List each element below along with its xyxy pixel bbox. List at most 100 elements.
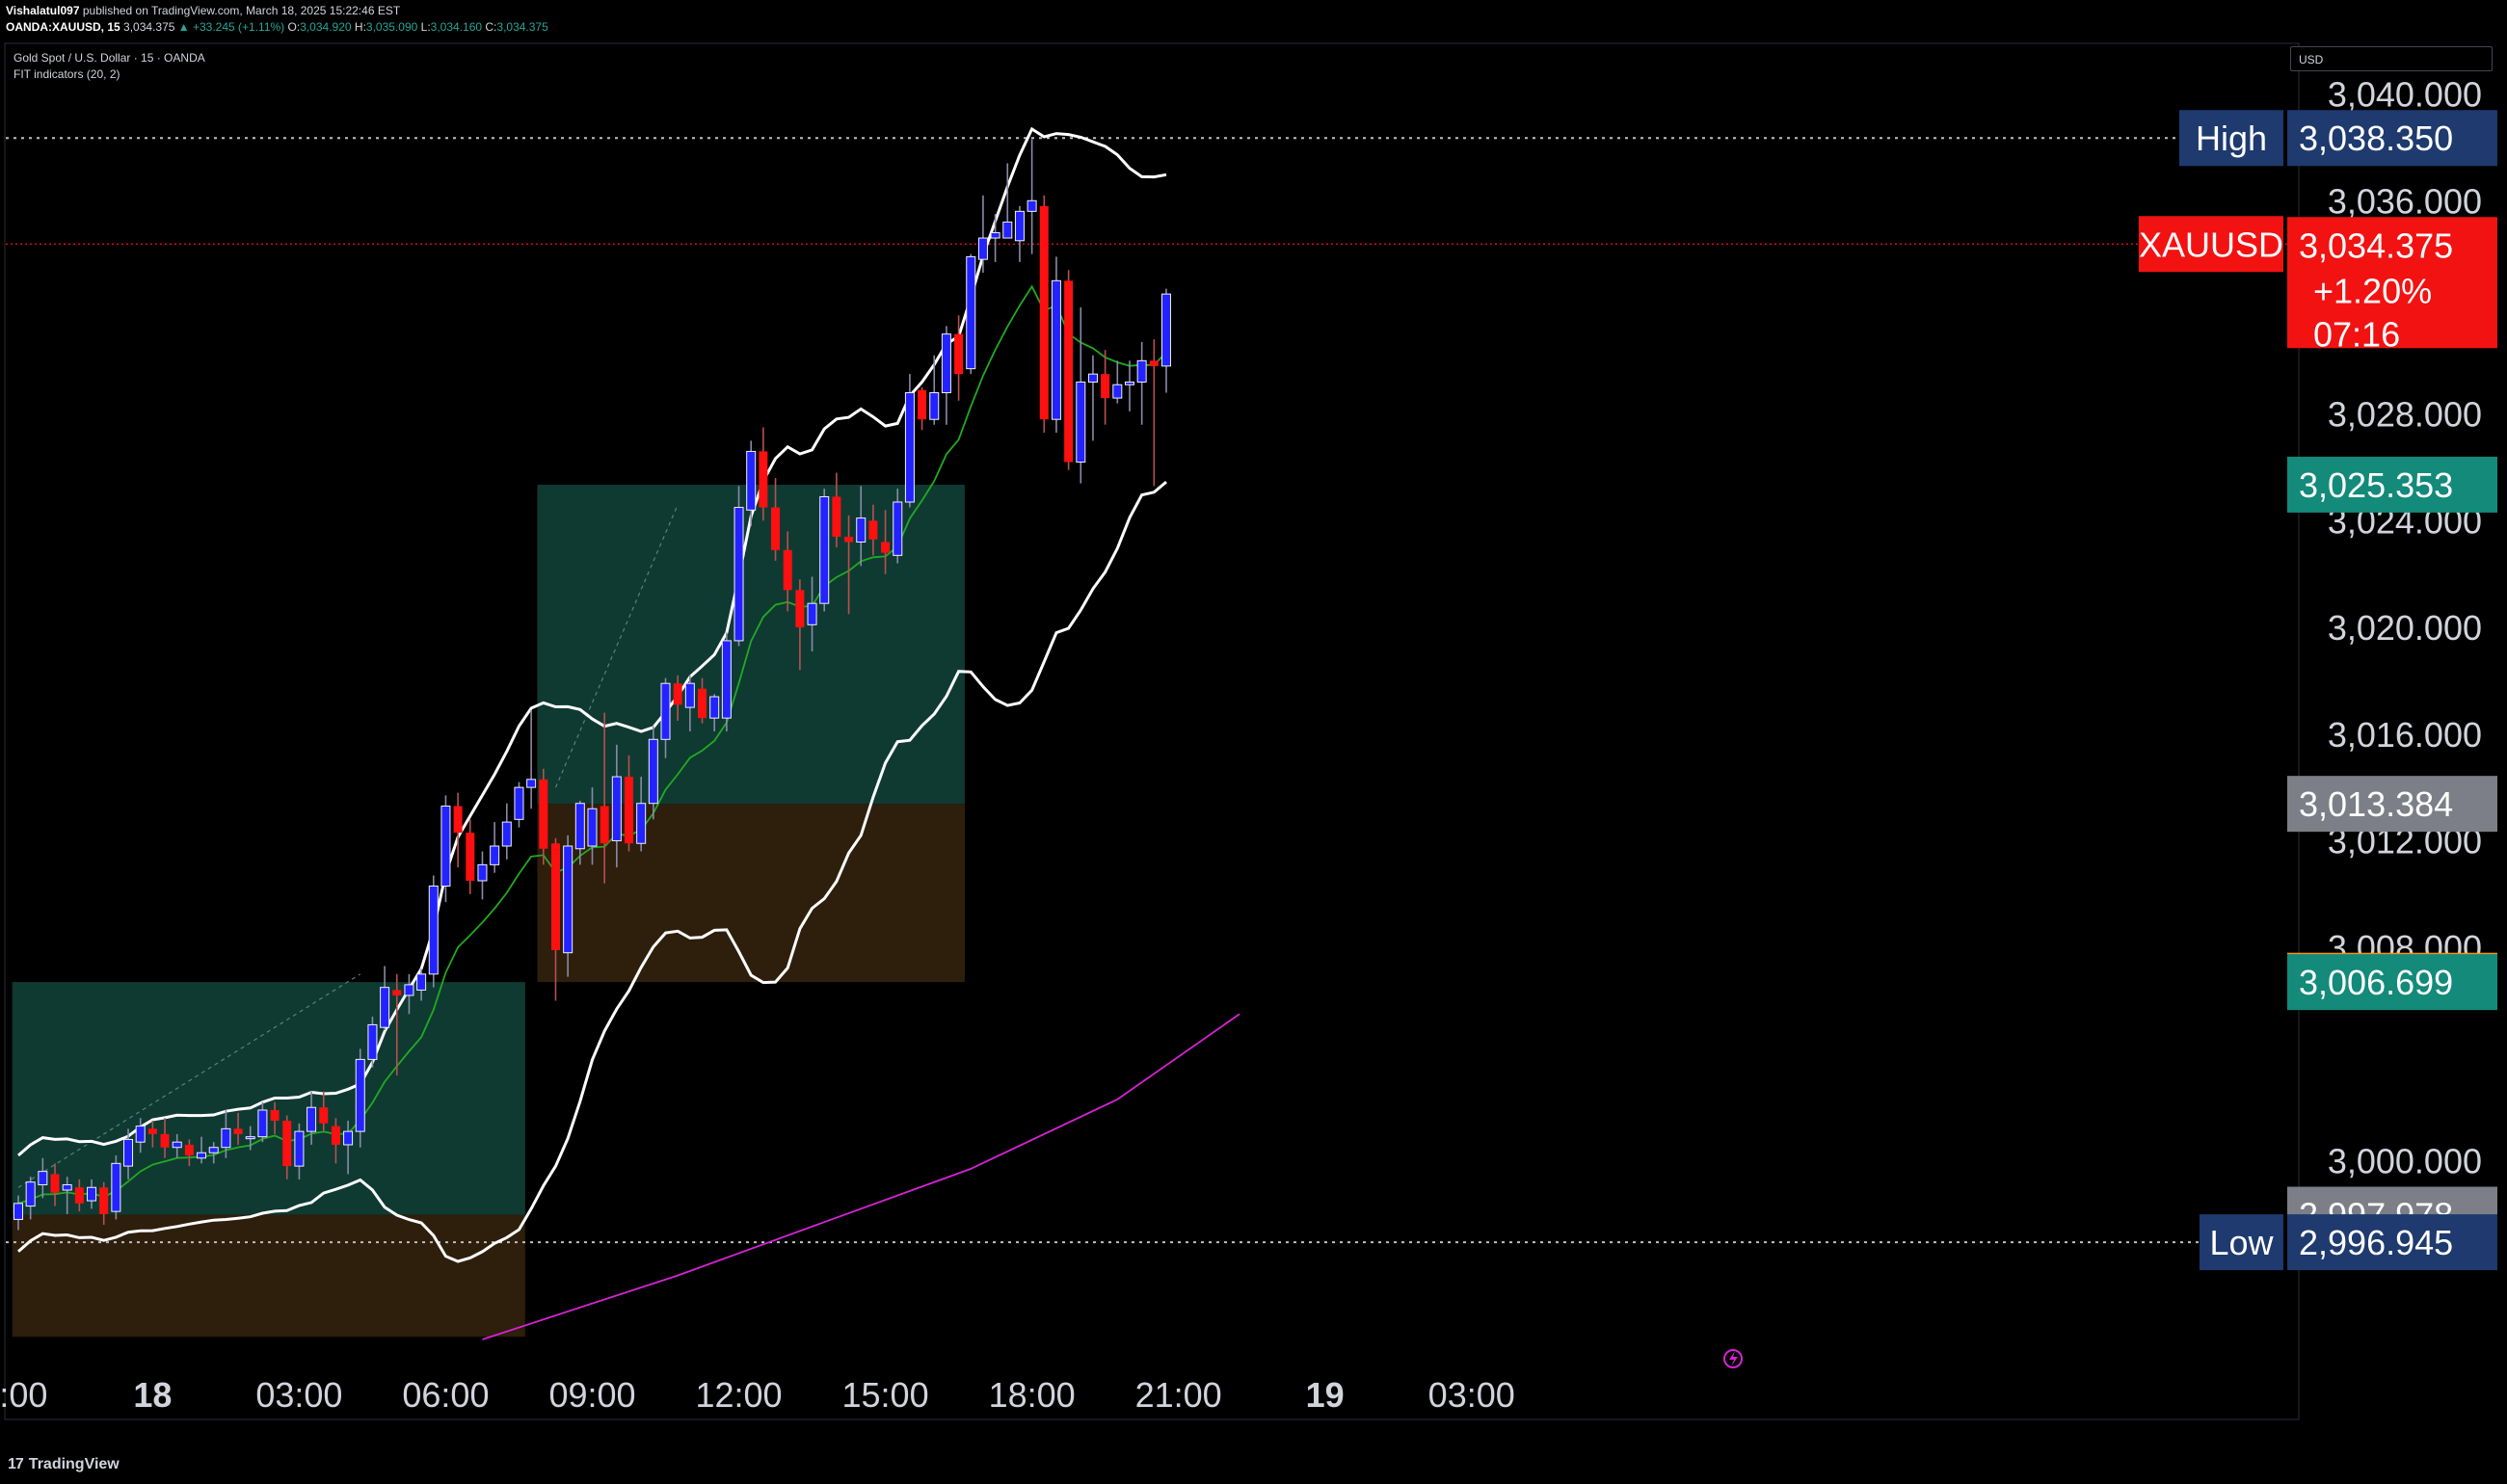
candle-body — [62, 1183, 72, 1191]
candle-body — [1124, 381, 1134, 385]
y-tick-label: 3,036.000 — [2328, 181, 2482, 221]
replay-lightning-icon[interactable] — [1723, 1349, 1743, 1368]
candle-body — [819, 495, 830, 604]
price-label-value: 3,006.699 — [2299, 963, 2453, 1002]
candle-body — [856, 517, 867, 543]
x-tick-label: 18:00 — [989, 1375, 1076, 1415]
candle-body — [574, 803, 585, 850]
candle-body — [759, 451, 768, 508]
y-tick-label: 3,000.000 — [2328, 1142, 2482, 1181]
candle-body — [600, 806, 609, 844]
candle-body — [208, 1147, 219, 1153]
candle-body — [38, 1171, 48, 1185]
price-label-value: 3,034.375 — [2299, 225, 2453, 265]
candle-body — [832, 496, 841, 537]
ohlc-l-label: L: — [420, 20, 431, 34]
price-label-value: 2,996.945 — [2299, 1223, 2453, 1262]
candle-body — [355, 1058, 365, 1132]
candle-41 — [514, 782, 524, 828]
candle-61 — [759, 427, 768, 521]
candle-92 — [1136, 341, 1147, 425]
candle-67 — [832, 472, 841, 548]
candle-body — [233, 1128, 243, 1134]
x-tick-label: 03:00 — [255, 1375, 342, 1415]
candle-body — [954, 333, 964, 375]
currency-button[interactable]: USD — [2290, 46, 2493, 71]
candle-body — [941, 333, 951, 394]
price-label-l2: 3,013.384 — [2287, 776, 2497, 833]
candle-body — [270, 1109, 280, 1122]
candle-body — [440, 805, 451, 888]
candle-body — [501, 821, 512, 847]
candle-body — [977, 237, 988, 260]
candle-body — [660, 682, 671, 740]
brand-name: TradingView — [28, 1456, 120, 1472]
x-tick-label: :00 — [0, 1375, 47, 1415]
candle-body — [990, 231, 1000, 239]
candle-body — [1027, 199, 1037, 212]
candle-84 — [1039, 195, 1049, 434]
ohlc-o-label: O: — [287, 20, 301, 34]
candle-body — [331, 1126, 340, 1145]
candle-body — [111, 1162, 121, 1212]
candle-body — [1087, 373, 1098, 383]
candle-body — [184, 1144, 194, 1156]
candle-body — [1101, 374, 1110, 399]
candle-body — [587, 808, 598, 847]
tp-zone-0 — [12, 982, 525, 1215]
price-label-tag: High — [2196, 119, 2267, 158]
candle-body — [771, 507, 781, 550]
candle-body — [881, 542, 891, 553]
candle-body — [147, 1128, 157, 1134]
candle-87 — [1076, 306, 1086, 484]
long-moving-average — [482, 1013, 1240, 1340]
candle-body — [893, 501, 903, 556]
candle-body — [733, 507, 744, 642]
candle-75 — [929, 355, 940, 425]
candle-body — [904, 392, 915, 503]
candle-body — [416, 973, 427, 991]
candle-81 — [1002, 163, 1013, 239]
candle-body — [1014, 210, 1025, 242]
price-label-tag: XAUUSD — [2139, 225, 2283, 264]
candle-36 — [453, 792, 463, 868]
y-tick-label: 3,028.000 — [2328, 395, 2482, 435]
candle-body — [135, 1126, 146, 1143]
price-label-low: 2,996.945 Low — [2200, 1214, 2497, 1271]
candle-74 — [918, 387, 927, 431]
candle-42 — [526, 709, 537, 809]
candle-body — [307, 1106, 317, 1132]
time-axis[interactable]: :00 18 03:00 06:00 09:00 12:00 15:00 18:00 21:00… — [0, 1375, 1515, 1415]
candle-76 — [941, 326, 951, 425]
price-label-xauusd: 3,034.375 +1.20% 07:16 XAUUSD — [2139, 216, 2497, 354]
candle-body — [197, 1152, 207, 1159]
price-label-high: 3,038.350 High — [2179, 110, 2497, 167]
candle-body — [477, 863, 488, 882]
price-label-l1: 3,025.353 — [2287, 456, 2497, 513]
candle-34 — [428, 875, 439, 988]
x-tick-label: 09:00 — [548, 1375, 635, 1415]
symbol-line[interactable]: OANDA:XAUUSD, 15 — [6, 20, 120, 34]
x-tick-label: 21:00 — [1135, 1375, 1222, 1415]
candle-body — [1051, 279, 1061, 420]
candle-body — [25, 1181, 36, 1207]
y-tick-label: 3,016.000 — [2328, 715, 2482, 755]
candle-body — [795, 590, 805, 628]
price-chart[interactable]: 3,040.0003,036.0003,028.0003,024.0003,02… — [0, 39, 2507, 1453]
candle-body — [160, 1133, 170, 1148]
publisher-name[interactable]: Vishalatul097 — [6, 4, 80, 17]
candle-85 — [1051, 256, 1061, 434]
ohlc-close: 3,034.375 — [496, 20, 548, 34]
x-tick-label: 06:00 — [402, 1375, 489, 1415]
candle-body — [282, 1121, 292, 1167]
legend-title[interactable]: Gold Spot / U.S. Dollar · 15 · OANDA — [13, 51, 205, 65]
tradingview-logo[interactable]: 17 TradingView — [8, 1456, 120, 1473]
candle-body — [918, 389, 927, 420]
candle-body — [684, 682, 695, 708]
candle-body — [294, 1130, 305, 1167]
candle-30 — [380, 966, 390, 1030]
candle-88 — [1087, 355, 1098, 441]
legend-indicator[interactable]: FIT indicators (20, 2) — [13, 67, 120, 81]
candle-body — [1039, 205, 1049, 420]
candle-93 — [1149, 339, 1159, 487]
